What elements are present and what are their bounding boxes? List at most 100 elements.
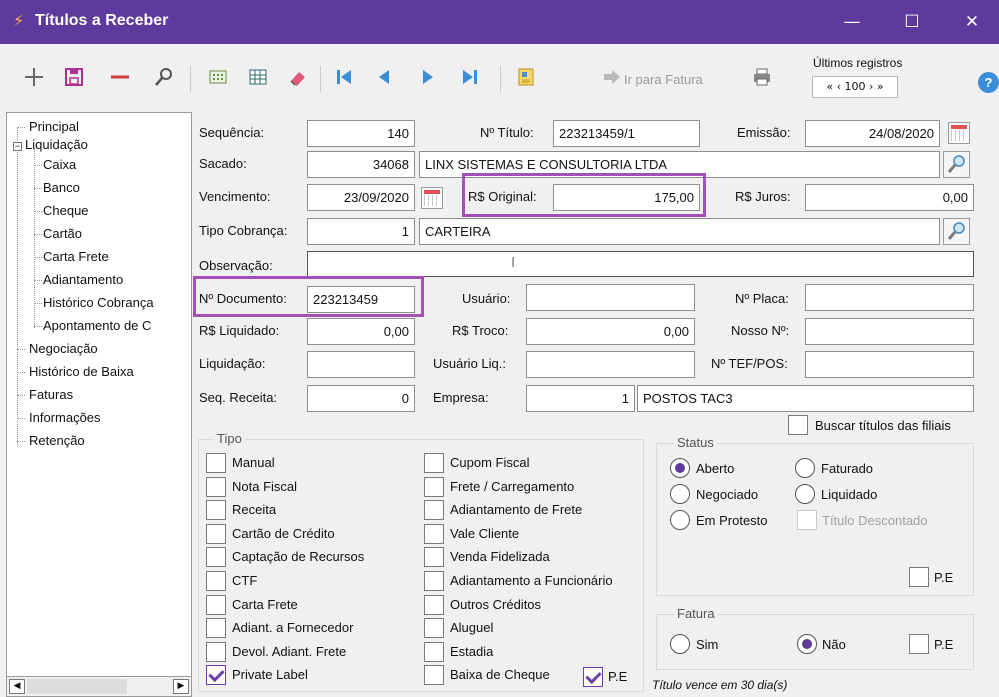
add-icon[interactable] xyxy=(20,62,48,92)
maximize-button[interactable]: ☐ xyxy=(892,6,932,38)
tree-item-principal[interactable]: Principal xyxy=(29,119,79,135)
tree-item-faturas[interactable]: Faturas xyxy=(29,387,73,403)
tipo-col2-checkbox[interactable] xyxy=(424,523,444,544)
previous-record-icon[interactable] xyxy=(370,62,398,92)
tipo-col1-checkbox[interactable] xyxy=(206,665,226,686)
tipo-cobranca-search-icon[interactable] xyxy=(943,218,970,245)
tree-item-liquidacao[interactable]: Liquidação xyxy=(25,137,88,153)
go-to-invoice-button[interactable]: Ir para Fatura xyxy=(624,72,703,87)
status-negociado-radio[interactable] xyxy=(670,484,690,504)
num-placa-field[interactable] xyxy=(805,284,974,311)
tree-item-cartao[interactable]: Cartão xyxy=(43,226,82,242)
tipo-col2-checkbox[interactable] xyxy=(424,500,444,521)
sequencia-field[interactable]: 140 xyxy=(307,120,415,147)
save-icon[interactable] xyxy=(60,62,88,92)
fatura-pe-checkbox[interactable] xyxy=(909,634,929,654)
search-icon[interactable] xyxy=(150,62,178,92)
tipo-col1-checkbox[interactable] xyxy=(206,641,226,662)
usuario-liq-field[interactable] xyxy=(526,351,695,378)
tree-horizontal-scrollbar[interactable]: ◀ ▶ xyxy=(6,676,192,697)
seq-receita-field[interactable]: 0 xyxy=(307,385,415,412)
scroll-left-icon[interactable]: ◀ xyxy=(9,679,25,694)
tipo-cobranca-label: Tipo Cobrança: xyxy=(199,223,288,238)
close-button[interactable]: ✕ xyxy=(952,6,992,38)
delete-icon[interactable] xyxy=(106,62,134,92)
status-faturado-radio[interactable] xyxy=(795,458,815,478)
vencimento-calendar-icon[interactable] xyxy=(421,187,443,209)
empresa-codigo-field[interactable]: 1 xyxy=(526,385,635,412)
tree-item-negociacao[interactable]: Negociação xyxy=(29,341,98,357)
tipo-col1-checkbox[interactable] xyxy=(206,476,226,497)
scroll-thumb[interactable] xyxy=(27,679,127,694)
grid-icon[interactable] xyxy=(244,62,272,92)
liquidado-field[interactable]: 0,00 xyxy=(307,318,415,345)
tipo-col2-checkbox[interactable] xyxy=(424,571,444,591)
help-icon[interactable]: ? xyxy=(978,72,999,93)
buscar-filiais-checkbox[interactable] xyxy=(788,415,808,435)
tipo-col2-checkbox[interactable] xyxy=(424,453,444,473)
tipo-col1-checkbox[interactable] xyxy=(206,571,226,591)
first-record-icon[interactable] xyxy=(330,62,358,92)
tipo-col2-checkbox[interactable] xyxy=(424,665,444,686)
collapse-icon[interactable]: − xyxy=(13,142,22,151)
print-icon[interactable] xyxy=(748,62,776,92)
status-em-protesto-radio[interactable] xyxy=(670,510,690,530)
tree-item-informacoes[interactable]: Informações xyxy=(29,410,101,426)
tipo-cobranca-codigo-field[interactable]: 1 xyxy=(307,218,415,245)
fatura-sim-radio[interactable] xyxy=(670,634,690,654)
tipo-col1-checkbox[interactable] xyxy=(206,594,226,615)
tipo-col1-checkbox[interactable] xyxy=(206,500,226,521)
tree-item-retencao[interactable]: Retenção xyxy=(29,433,85,449)
juros-field[interactable]: 0,00 xyxy=(805,184,974,211)
vencimento-field[interactable]: 23/09/2020 xyxy=(307,184,415,211)
tipo-col1-checkbox[interactable] xyxy=(206,547,226,568)
tree-item-cheque[interactable]: Cheque xyxy=(43,203,89,219)
tipo-col2-checkbox[interactable] xyxy=(424,618,444,639)
eraser-icon[interactable] xyxy=(284,62,312,92)
tree-item-apontamento[interactable]: Apontamento de C xyxy=(43,318,151,334)
tree-line xyxy=(34,211,42,212)
tipo-col2-checkbox[interactable] xyxy=(424,641,444,662)
tree-item-historico-cobranca[interactable]: Histórico Cobrança xyxy=(43,295,154,311)
tipo-col2-checkbox[interactable] xyxy=(424,594,444,615)
next-record-icon[interactable] xyxy=(414,62,442,92)
emissao-field[interactable]: 24/08/2020 xyxy=(805,120,940,147)
tree-item-caixa[interactable]: Caixa xyxy=(43,157,76,173)
report-icon[interactable] xyxy=(512,62,540,92)
empresa-label: Empresa: xyxy=(433,390,489,405)
fatura-sim-label: Sim xyxy=(696,637,719,652)
scroll-right-icon[interactable]: ▶ xyxy=(173,679,189,694)
tree-item-historico-baixa[interactable]: Histórico de Baixa xyxy=(29,364,134,380)
last-records-selector[interactable]: « ‹ 100 › » xyxy=(812,76,898,98)
last-record-icon[interactable] xyxy=(456,62,484,92)
tipo-col1-checkbox[interactable] xyxy=(206,618,226,639)
tree-item-banco[interactable]: Banco xyxy=(43,180,80,196)
minimize-button[interactable]: — xyxy=(832,6,872,38)
num-titulo-field[interactable]: 223213459/1 xyxy=(553,120,700,147)
nosso-num-field[interactable] xyxy=(805,318,974,345)
usuario-field[interactable] xyxy=(526,284,695,311)
status-pe-checkbox[interactable] xyxy=(909,567,929,587)
sacado-codigo-field[interactable]: 34068 xyxy=(307,151,415,178)
observacao-label: Observação: xyxy=(199,258,273,273)
observacao-field[interactable] xyxy=(307,251,974,277)
empresa-nome-field[interactable]: POSTOS TAC3 xyxy=(637,385,974,412)
tipo-cobranca-nome-field[interactable]: CARTEIRA xyxy=(419,218,940,245)
tipo-col1-checkbox[interactable] xyxy=(206,453,226,473)
tipo-pe-checkbox[interactable] xyxy=(583,667,603,687)
status-aberto-radio[interactable] xyxy=(670,458,690,478)
troco-field[interactable]: 0,00 xyxy=(526,318,695,345)
fatura-nao-radio[interactable] xyxy=(797,634,817,654)
calculator-icon[interactable] xyxy=(204,62,232,92)
tef-field[interactable] xyxy=(805,351,974,378)
tree-item-adiantamento[interactable]: Adiantamento xyxy=(43,272,123,288)
status-liquidado-radio[interactable] xyxy=(795,484,815,504)
tipo-col1-checkbox[interactable] xyxy=(206,523,226,544)
fatura-nao-label: Não xyxy=(822,637,846,652)
sacado-search-icon[interactable] xyxy=(943,151,970,178)
emissao-calendar-icon[interactable] xyxy=(948,122,970,144)
tipo-col2-checkbox[interactable] xyxy=(424,547,444,568)
tipo-col2-checkbox[interactable] xyxy=(424,476,444,497)
liquidacao-field[interactable] xyxy=(307,351,415,378)
tree-item-carta-frete[interactable]: Carta Frete xyxy=(43,249,109,265)
